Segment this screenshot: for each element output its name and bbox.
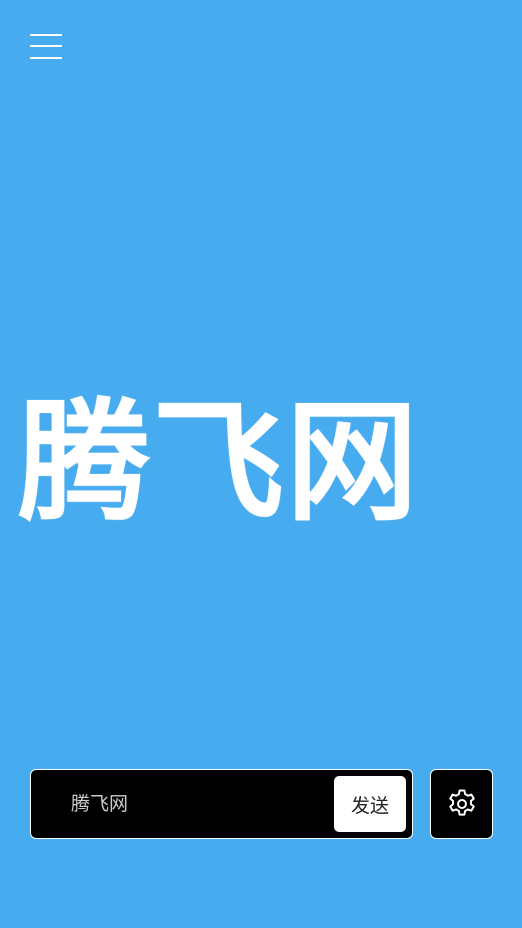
settings-button[interactable] xyxy=(430,769,493,839)
menu-line xyxy=(30,45,62,47)
menu-line xyxy=(30,34,62,36)
send-button[interactable]: 发送 xyxy=(334,776,406,832)
menu-button[interactable] xyxy=(30,33,62,61)
menu-line xyxy=(30,57,62,59)
search-input[interactable] xyxy=(71,782,321,826)
search-bar: 发送 xyxy=(30,769,413,839)
site-logo: 腾飞网 xyxy=(18,386,420,540)
gear-icon xyxy=(448,789,475,816)
